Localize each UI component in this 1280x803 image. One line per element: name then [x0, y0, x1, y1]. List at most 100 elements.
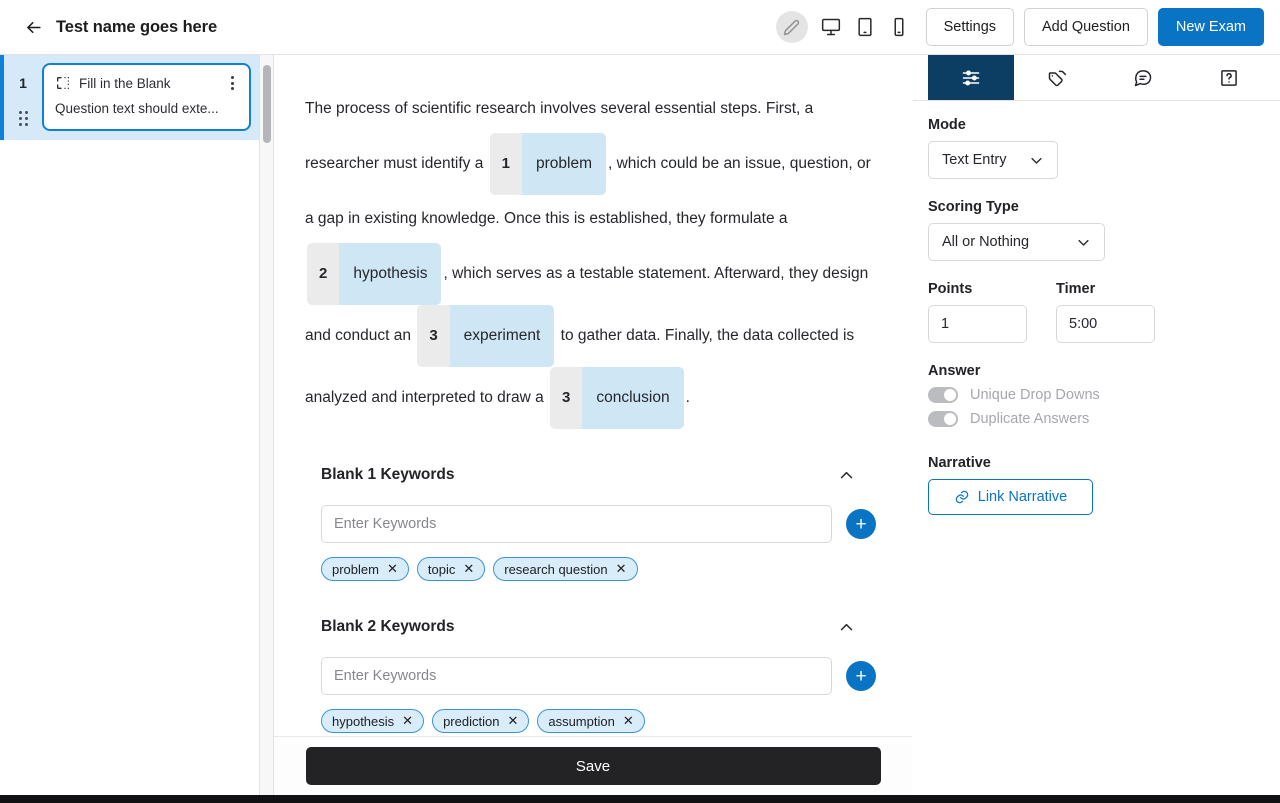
chevron-down-icon [1031, 157, 1042, 164]
keyword-section-1: Blank 1 Keywords + problem ✕ topic ✕ resea… [305, 455, 882, 581]
blank-number: 3 [417, 305, 450, 367]
unique-dropdowns-row[interactable]: Unique Drop Downs [928, 387, 1264, 403]
blank-number: 3 [550, 367, 583, 429]
points-input[interactable] [928, 305, 1027, 343]
comment-icon [1134, 69, 1152, 86]
editor-scroll-area: The process of scientific research invol… [274, 55, 912, 737]
mobile-preview-button[interactable] [882, 11, 916, 43]
keyword-input[interactable] [321, 657, 832, 695]
blank-number: 2 [307, 243, 340, 305]
blank-word: problem [521, 133, 606, 195]
remove-keyword-icon[interactable]: ✕ [387, 561, 398, 577]
timer-label: Timer [1056, 281, 1096, 297]
blank-word: conclusion [582, 367, 684, 429]
page-title: Test name goes here [56, 17, 218, 36]
blank-token-1[interactable]: 1 problem [489, 133, 606, 195]
keyword-input-row: + [305, 657, 882, 695]
tab-comments[interactable] [1100, 55, 1186, 100]
blank-token-3[interactable]: 3 experiment [417, 305, 555, 367]
narrative-label: Narrative [928, 455, 991, 471]
keyword-section-header[interactable]: Blank 1 Keywords [305, 455, 882, 489]
blank-word: hypothesis [339, 243, 442, 305]
keyword-input[interactable] [321, 505, 832, 543]
question-number: 1 [19, 75, 27, 91]
add-keyword-button[interactable]: + [846, 661, 876, 691]
drag-handle-icon[interactable] [18, 111, 28, 126]
question-card[interactable]: Fill in the Blank Question text should e… [42, 63, 251, 131]
keyword-chip[interactable]: hypothesis ✕ [321, 709, 425, 733]
remove-keyword-icon[interactable]: ✕ [463, 561, 474, 577]
top-bar: Test name goes here Settings Add Questio… [0, 0, 1280, 55]
collapse-section-button[interactable] [832, 461, 860, 489]
unique-dropdowns-toggle[interactable] [928, 387, 958, 403]
sidebar-scrollbar-thumb[interactable] [263, 65, 271, 143]
keyword-chip-label: prediction [443, 713, 500, 729]
tab-help[interactable] [1186, 55, 1272, 100]
save-button[interactable]: Save [305, 747, 881, 785]
mobile-icon [894, 17, 904, 37]
keyword-chip-label: research question [504, 561, 608, 577]
sidebar-scrollbar[interactable] [260, 55, 274, 795]
keyword-chip[interactable]: problem ✕ [321, 557, 409, 581]
question-list-sidebar: 1 Fill in the Blank Question text should… [0, 55, 260, 795]
timer-input[interactable] [1056, 305, 1155, 343]
keyword-input-row: + [305, 505, 882, 543]
answer-label: Answer [928, 363, 981, 379]
keyword-chip-label: problem [332, 561, 379, 577]
keyword-section-header[interactable]: Blank 2 Keywords [305, 607, 882, 641]
duplicate-answers-row[interactable]: Duplicate Answers [928, 411, 1264, 427]
link-narrative-label: Link Narrative [977, 489, 1068, 505]
blank-token-4[interactable]: 3 conclusion [550, 367, 684, 429]
remove-keyword-icon[interactable]: ✕ [616, 561, 627, 577]
desktop-icon [821, 18, 840, 36]
sliders-icon [962, 70, 980, 85]
question-menu-button[interactable] [227, 74, 238, 92]
chevron-down-icon [1078, 239, 1089, 246]
keyword-chip[interactable]: assumption ✕ [537, 709, 645, 733]
duplicate-answers-toggle[interactable] [928, 411, 958, 427]
duplicate-answers-label: Duplicate Answers [970, 411, 1090, 427]
new-exam-button[interactable]: New Exam [1157, 8, 1264, 46]
add-question-button[interactable]: Add Question [1024, 8, 1148, 46]
edit-mode-button[interactable] [775, 11, 808, 43]
desktop-preview-button[interactable] [814, 11, 848, 43]
tab-tags[interactable] [1014, 55, 1100, 100]
unique-dropdowns-label: Unique Drop Downs [970, 387, 1100, 403]
properties-body: Mode Text Entry Scoring Type All or Noth… [913, 101, 1280, 515]
blank-number: 1 [489, 133, 522, 195]
points-timer-inputs [928, 305, 1264, 343]
passage-segment: . [685, 389, 690, 407]
add-keyword-button[interactable]: + [846, 509, 876, 539]
keyword-chip[interactable]: research question ✕ [493, 557, 638, 581]
mode-value: Text Entry [942, 152, 1007, 168]
remove-keyword-icon[interactable]: ✕ [507, 713, 518, 729]
link-icon [955, 490, 969, 504]
keyword-chip-list: hypothesis ✕ prediction ✕ assumption ✕ [305, 709, 882, 733]
blank-token-2[interactable]: 2 hypothesis [307, 243, 442, 305]
mode-select[interactable]: Text Entry [928, 141, 1058, 179]
properties-panel: Mode Text Entry Scoring Type All or Noth… [913, 55, 1280, 795]
keyword-chip[interactable]: prediction ✕ [432, 709, 530, 733]
tab-settings[interactable] [928, 55, 1014, 100]
editor-footer: Save [274, 737, 912, 795]
keyword-chip-list: problem ✕ topic ✕ research question ✕ [305, 557, 882, 581]
remove-keyword-icon[interactable]: ✕ [402, 713, 413, 729]
keyword-section-title: Blank 1 Keywords [321, 466, 455, 483]
remove-keyword-icon[interactable]: ✕ [623, 713, 634, 729]
collapse-section-button[interactable] [832, 613, 860, 641]
back-button[interactable] [20, 14, 46, 40]
question-card-header: Fill in the Blank [55, 74, 238, 92]
passage-text[interactable]: The process of scientific research invol… [305, 85, 882, 429]
pencil-icon [783, 19, 800, 35]
settings-button[interactable]: Settings [925, 8, 1015, 46]
link-narrative-button[interactable]: Link Narrative [928, 479, 1093, 515]
keyword-chip[interactable]: topic ✕ [416, 557, 486, 581]
chevron-up-icon [840, 471, 852, 478]
question-meta: 1 [4, 63, 42, 126]
scoring-type-select[interactable]: All or Nothing [928, 223, 1105, 261]
tablet-preview-button[interactable] [848, 11, 882, 43]
help-icon [1221, 69, 1237, 86]
sidebar-question-item[interactable]: 1 Fill in the Blank Question text should… [0, 55, 259, 140]
properties-tabs [913, 55, 1280, 101]
tablet-icon [858, 17, 872, 37]
